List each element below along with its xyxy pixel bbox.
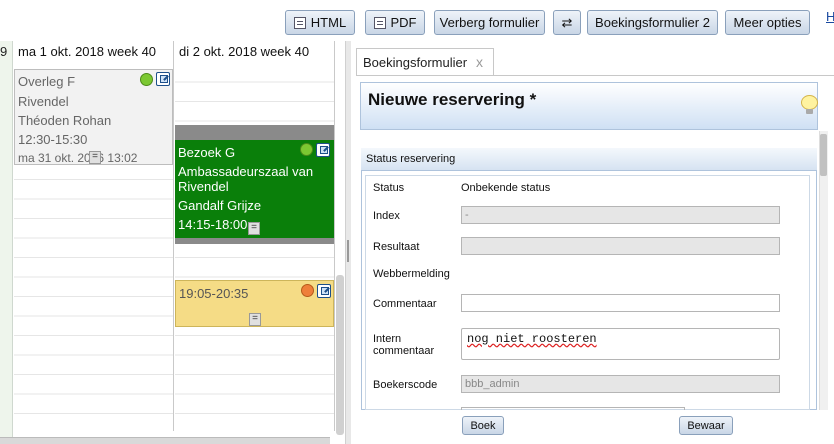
time-gutter: 9 xyxy=(0,41,13,444)
pdf-export-label: PDF xyxy=(390,15,417,30)
internal-comment-field[interactable]: nog niet roosteren xyxy=(461,328,780,360)
booking-form-2-button[interactable]: Boekingsformulier 2 xyxy=(587,10,718,35)
resize-handle-icon[interactable]: = xyxy=(249,313,261,326)
pdf-export-button[interactable]: PDF xyxy=(365,10,425,35)
column-divider xyxy=(173,41,174,431)
lightbulb-icon[interactable] xyxy=(801,95,819,115)
status-dot-icon xyxy=(301,284,314,297)
event-person: Théoden Rohan xyxy=(18,113,112,128)
document-icon xyxy=(373,16,386,29)
event-title: Overleg F xyxy=(18,74,76,89)
event-evening[interactable]: 19:05-20:35 = xyxy=(175,280,334,327)
next-field[interactable] xyxy=(461,407,685,410)
resize-handle-icon[interactable]: = xyxy=(248,222,260,235)
splitter-grip-icon[interactable] xyxy=(347,240,349,262)
html-export-button[interactable]: HTML xyxy=(285,10,355,35)
web-notification-label: Webbermelding xyxy=(373,268,450,280)
status-label: Status xyxy=(373,182,405,194)
open-link-icon[interactable] xyxy=(156,72,170,86)
save-button[interactable]: Bewaar xyxy=(679,416,733,435)
booker-code-field[interactable]: bbb_admin xyxy=(461,375,780,393)
comment-field[interactable] xyxy=(461,294,780,312)
hide-form-button[interactable]: Verberg formulier xyxy=(434,10,545,35)
tab-label: Boekingsformulier xyxy=(363,55,468,70)
help-link[interactable]: H xyxy=(826,9,834,24)
day-header-tuesday: di 2 okt. 2018 week 40 xyxy=(179,44,310,59)
result-label: Resultaat xyxy=(373,241,420,253)
more-options-button[interactable]: Meer opties xyxy=(725,10,810,35)
internal-comment-text: nog niet roosteren xyxy=(467,332,597,346)
event-person: Gandalf Grijze xyxy=(178,198,262,213)
form-title: Nieuwe reservering * xyxy=(368,90,537,109)
event-location: Ambassadeurszaal van Rivendel xyxy=(178,164,314,194)
comment-label: Commentaar xyxy=(373,298,437,310)
calendar-vertical-scrollbar[interactable] xyxy=(336,275,344,435)
event-title: Bezoek G xyxy=(178,145,236,160)
status-value: Onbekende status xyxy=(461,182,551,194)
resize-handle-icon[interactable]: = xyxy=(89,151,101,164)
swap-icon: ⇄ xyxy=(561,14,573,30)
open-link-icon[interactable] xyxy=(316,143,330,157)
index-field[interactable]: - xyxy=(461,206,780,224)
booker-code-label: Boekerscode xyxy=(373,379,438,391)
gutter-text: 9 xyxy=(0,44,8,59)
event-location: Rivendel xyxy=(18,94,69,109)
open-link-icon[interactable] xyxy=(317,284,331,298)
swap-button[interactable]: ⇄ xyxy=(553,10,581,35)
form-scroll-thumb[interactable] xyxy=(820,134,827,176)
event-time: 19:05-20:35 xyxy=(179,286,249,301)
html-export-label: HTML xyxy=(310,15,347,30)
event-time: 12:30-15:30 xyxy=(18,132,88,147)
close-icon[interactable]: x xyxy=(476,54,483,70)
column-divider xyxy=(334,41,335,431)
day-header-monday: ma 1 okt. 2018 week 40 xyxy=(18,44,157,59)
calendar-horizontal-scrollbar[interactable] xyxy=(0,437,330,444)
event-overleg[interactable]: Overleg F Rivendel Théoden Rohan 12:30-1… xyxy=(14,69,173,165)
event-time: 14:15-18:00 xyxy=(178,217,248,232)
event-modified: ma 31 okt. 2016 13:02 xyxy=(18,151,138,165)
status-dot-icon xyxy=(140,73,153,86)
index-label: Index xyxy=(373,210,400,222)
document-icon xyxy=(293,16,306,29)
book-button[interactable]: Boek xyxy=(462,416,504,435)
result-field[interactable] xyxy=(461,237,780,255)
status-dot-icon xyxy=(300,143,313,156)
section-title[interactable]: Status reservering xyxy=(361,148,817,171)
day-column-tuesday[interactable] xyxy=(175,63,334,431)
internal-comment-label: Intern commentaar xyxy=(373,333,435,357)
event-bezoek[interactable]: Bezoek G Ambassadeurszaal van Rivendel G… xyxy=(175,125,334,244)
tab-booking-form[interactable]: Boekingsformulier xyxy=(356,48,494,75)
